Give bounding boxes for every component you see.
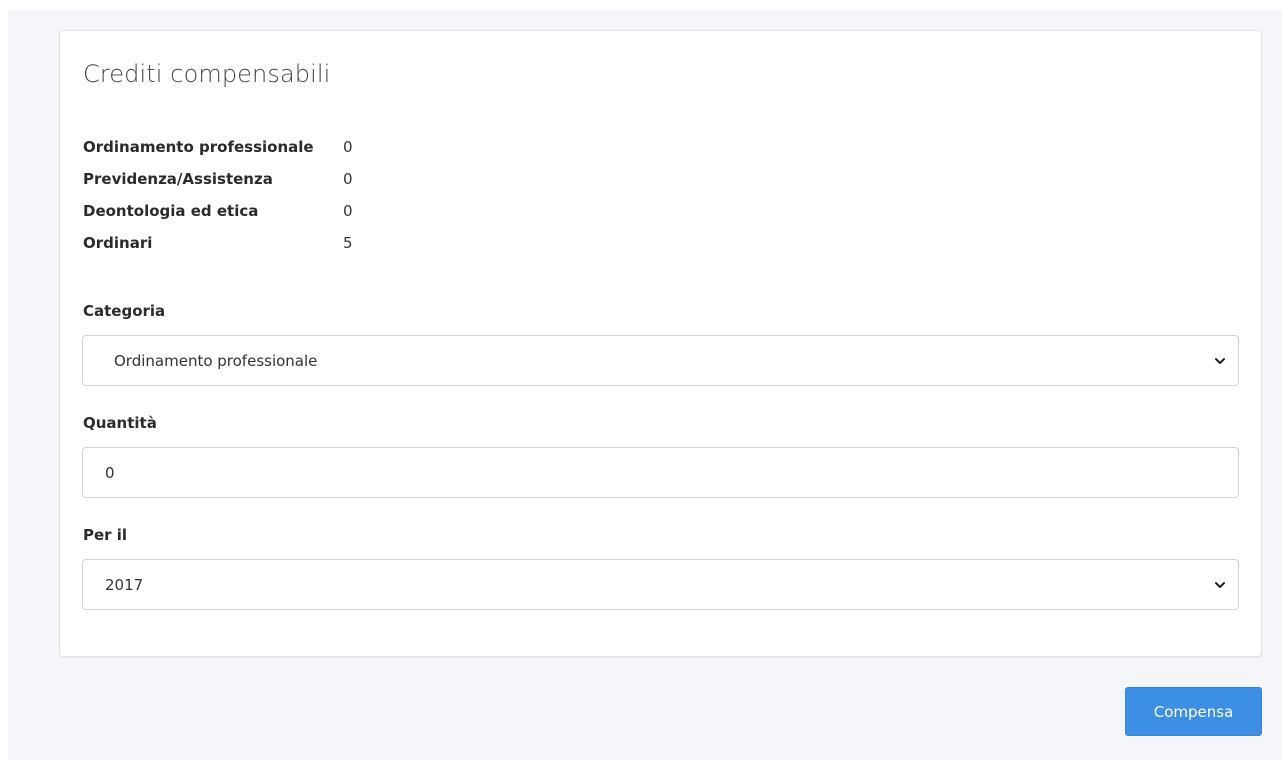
quantita-label: Quantità bbox=[83, 414, 157, 432]
stat-value: 0 bbox=[343, 202, 353, 220]
quantita-value: 0 bbox=[105, 463, 115, 482]
card-title: Crediti compensabili bbox=[83, 60, 331, 88]
chevron-down-icon bbox=[1215, 581, 1225, 588]
quantita-input[interactable]: 0 bbox=[82, 447, 1239, 498]
stat-row-ordinari: Ordinari 5 bbox=[83, 227, 353, 259]
stat-value: 5 bbox=[343, 234, 353, 252]
stat-label: Ordinamento professionale bbox=[83, 138, 314, 156]
per-il-label: Per il bbox=[83, 526, 128, 544]
stat-row-ordinamento: Ordinamento professionale 0 bbox=[83, 131, 353, 163]
categoria-label: Categoria bbox=[83, 302, 166, 320]
stat-label: Ordinari bbox=[83, 234, 153, 252]
stat-row-previdenza: Previdenza/Assistenza 0 bbox=[83, 163, 353, 195]
chevron-down-icon bbox=[1215, 357, 1225, 364]
stat-row-deontologia: Deontologia ed etica 0 bbox=[83, 195, 353, 227]
credits-card: Crediti compensabili Ordinamento profess… bbox=[59, 30, 1262, 657]
stat-value: 0 bbox=[343, 170, 353, 188]
stat-label: Deontologia ed etica bbox=[83, 202, 259, 220]
credits-summary: Ordinamento professionale 0 Previdenza/A… bbox=[83, 131, 353, 259]
per-il-select[interactable]: 2017 bbox=[82, 559, 1239, 610]
stat-value: 0 bbox=[343, 138, 353, 156]
compensa-button[interactable]: Compensa bbox=[1125, 687, 1262, 736]
per-il-selected-value: 2017 bbox=[105, 575, 144, 594]
categoria-select[interactable]: Ordinamento professionale bbox=[82, 335, 1239, 386]
stat-label: Previdenza/Assistenza bbox=[83, 170, 273, 188]
categoria-selected-value: Ordinamento professionale bbox=[114, 351, 318, 370]
